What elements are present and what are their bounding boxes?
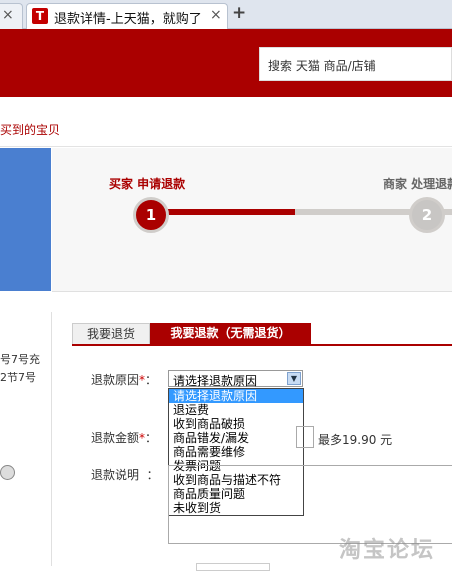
new-tab-button[interactable]: + (232, 3, 246, 23)
dropdown-option[interactable]: 商品错发/漏发 (169, 431, 303, 445)
tab-refund-only[interactable]: 我要退款（无需退货） (150, 323, 311, 344)
product-name-line-2: 2节7号 (0, 371, 36, 384)
active-tab[interactable]: T 退款详情-上天猫，就购了 × (26, 3, 228, 29)
close-tab-icon[interactable]: × (210, 7, 222, 23)
watermark: 淘宝论坛 (339, 538, 436, 563)
dropdown-option[interactable]: 收到商品破损 (169, 417, 303, 431)
refund-reason-select[interactable]: 请选择退款原因 ▼ (168, 370, 303, 388)
wangwang-icon[interactable] (0, 465, 15, 480)
refund-progress (52, 148, 452, 292)
divider (0, 146, 452, 147)
refund-amount-input[interactable] (296, 426, 314, 448)
close-icon[interactable]: × (2, 7, 14, 23)
search-input[interactable]: 搜索 天猫 商品/店铺 (259, 47, 452, 81)
tab-title: 退款详情-上天猫，就购了 (54, 12, 202, 27)
selected-reason: 请选择退款原因 (173, 374, 258, 388)
previous-tab[interactable]: × (0, 3, 23, 29)
refund-reason-label: 退款原因*： (91, 373, 158, 387)
tab-return-goods[interactable]: 我要退货 (72, 323, 150, 345)
upload-field[interactable] (196, 563, 270, 571)
refund-amount-label: 退款金额*： (91, 431, 158, 445)
step-1-label: 买家 申请退款 (109, 177, 186, 191)
dropdown-option[interactable]: 请选择退款原因 (169, 389, 303, 403)
progress-fill (148, 209, 295, 215)
search-placeholder: 搜索 天猫 商品/店铺 (268, 59, 376, 73)
chevron-down-icon[interactable]: ▼ (287, 372, 301, 385)
refund-description-label: 退款说明 ： (91, 468, 159, 482)
step-2-circle: 2 (409, 197, 445, 233)
tmall-favicon-icon: T (32, 8, 48, 24)
step-1-circle: 1 (133, 197, 169, 233)
max-amount-hint: 最多19.90 元 (318, 433, 393, 447)
tab-underline (72, 344, 452, 346)
header-divider (0, 95, 452, 97)
step-2-label: 商家 处理退款 (383, 177, 452, 191)
sidebar-banner (0, 148, 51, 291)
dropdown-option[interactable]: 退运费 (169, 403, 303, 417)
product-name-line-1: 号7号充 (0, 353, 40, 366)
breadcrumb-link[interactable]: 买到的宝贝 (0, 121, 60, 138)
dropdown-option[interactable]: 商品需要维修 (169, 445, 303, 459)
